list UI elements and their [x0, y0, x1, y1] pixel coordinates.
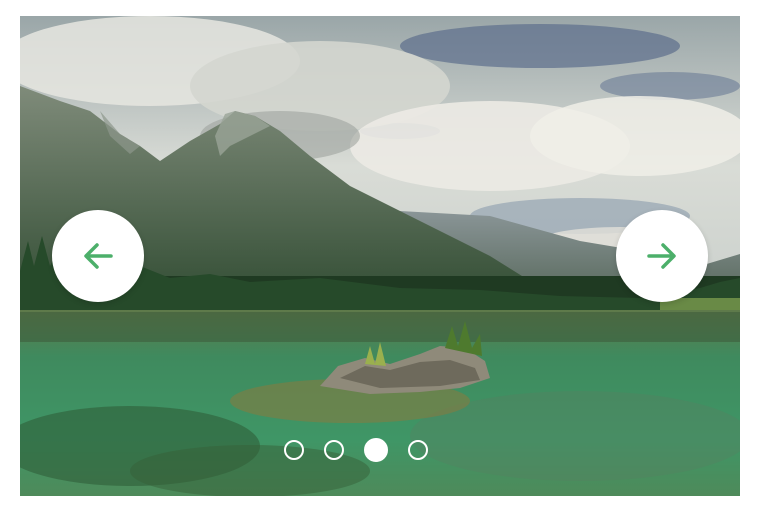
slide-dot-2[interactable] — [324, 440, 344, 460]
image-carousel — [20, 16, 740, 496]
slide-dot-1[interactable] — [284, 440, 304, 460]
slide-dot-4[interactable] — [408, 440, 428, 460]
arrow-left-icon — [84, 243, 113, 269]
previous-slide-button[interactable] — [52, 210, 144, 302]
arrow-right-icon — [647, 243, 676, 269]
next-slide-button[interactable] — [616, 210, 708, 302]
slide-dot-3[interactable] — [364, 438, 388, 462]
slide-indicator-dots — [20, 438, 716, 464]
